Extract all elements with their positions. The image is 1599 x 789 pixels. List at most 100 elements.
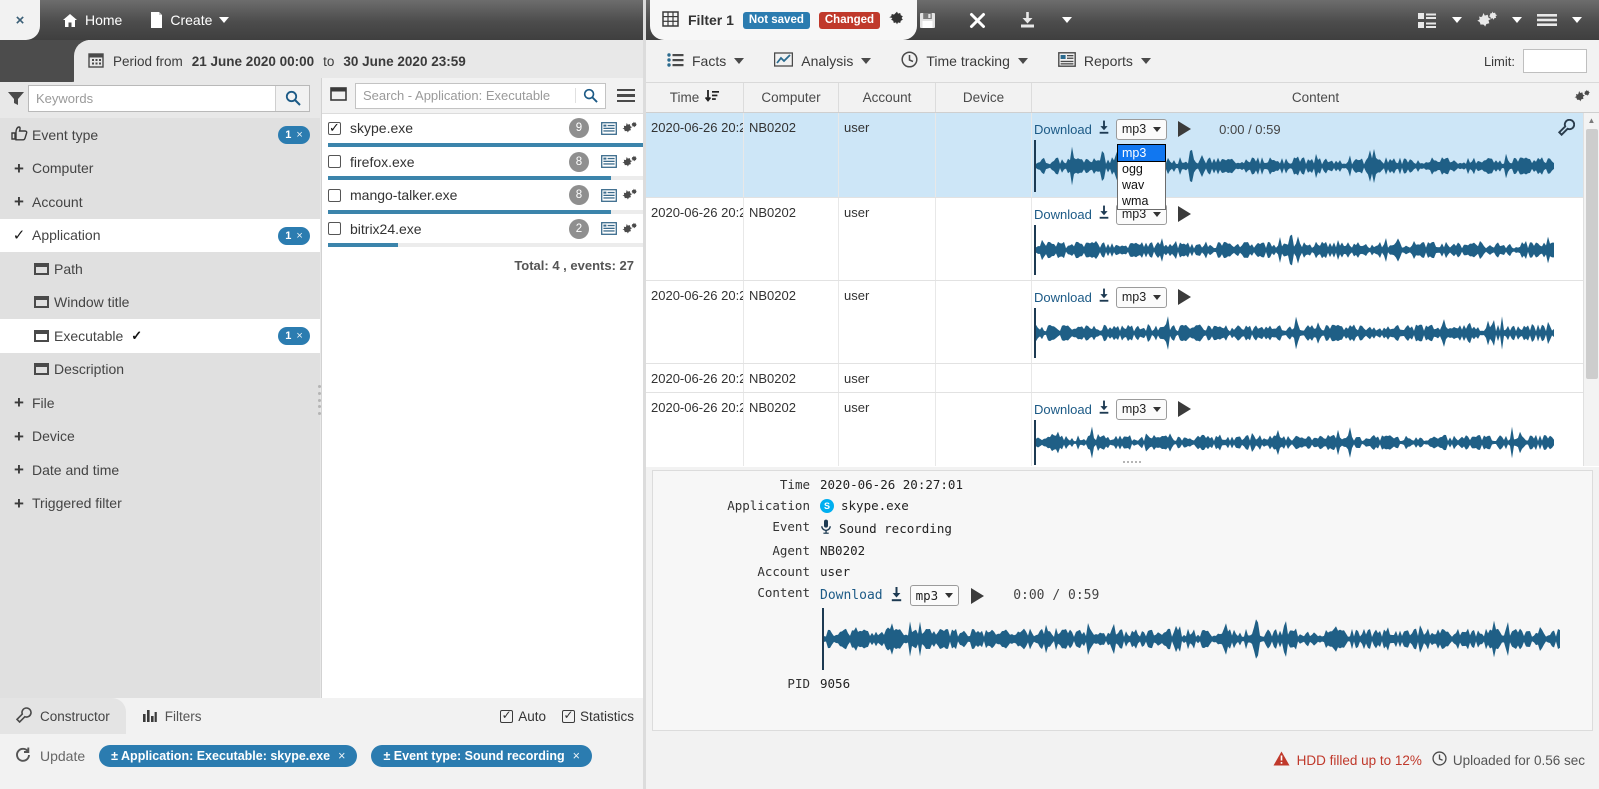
detail-waveform[interactable] xyxy=(820,608,1560,670)
close-icon[interactable]: × xyxy=(296,330,302,342)
period-display[interactable]: Period from 21 June 2020 00:00 to 30 Jun… xyxy=(74,40,466,82)
applist-item-settings-icon[interactable] xyxy=(619,222,640,236)
download-link[interactable]: Download xyxy=(1034,122,1092,137)
format-select[interactable]: mp3 xyxy=(1115,118,1168,140)
format-option-ogg[interactable]: ogg xyxy=(1118,161,1165,177)
close-icon[interactable]: × xyxy=(296,230,302,242)
list-item[interactable]: skype.exe 9 xyxy=(322,114,646,143)
format-select[interactable]: mp3 xyxy=(1115,286,1168,308)
applist-item-checkbox[interactable] xyxy=(328,155,341,169)
nav-create[interactable]: Create xyxy=(136,0,243,40)
play-button[interactable] xyxy=(1178,121,1192,137)
table-resize-grip[interactable] xyxy=(1122,461,1149,465)
waveform[interactable] xyxy=(1032,420,1599,465)
tree-item-badge[interactable]: 1 × xyxy=(278,327,310,345)
checkbox-statistics[interactable]: Statistics xyxy=(561,709,634,724)
filter-tree-item-date-and-time[interactable]: + Date and time xyxy=(0,453,320,487)
list-item[interactable]: bitrix24.exe 2 xyxy=(322,215,646,244)
menu-reports[interactable]: Reports xyxy=(1045,40,1164,82)
column-header-account[interactable]: Account xyxy=(839,83,936,112)
format-option-wma[interactable]: wma xyxy=(1118,193,1165,209)
waveform[interactable] xyxy=(1032,225,1599,275)
layout-view-icon[interactable] xyxy=(1411,0,1443,40)
close-icon[interactable]: × xyxy=(338,749,345,763)
filter-tree-item-device[interactable]: + Device xyxy=(0,420,320,454)
save-icon[interactable] xyxy=(904,0,950,40)
applist-item-details-icon[interactable] xyxy=(598,188,619,202)
limit-input[interactable] xyxy=(1523,49,1587,73)
detail-download-link[interactable]: Download xyxy=(820,588,883,603)
table-scrollbar[interactable]: ▲ xyxy=(1583,113,1599,466)
filter-tab[interactable]: Filter 1 Not saved Changed xyxy=(650,0,918,40)
layout-view-dropdown-icon[interactable] xyxy=(1445,0,1469,40)
filter-tree-item-executable[interactable]: Executable ✓ 1 × xyxy=(0,319,320,353)
format-dropdown-list[interactable]: mp3 ogg wav wma xyxy=(1117,144,1166,210)
filter-tree-item-application[interactable]: ✓ Application 1 × xyxy=(0,218,320,252)
close-icon[interactable] xyxy=(954,0,1000,40)
list-item[interactable]: firefox.exe 8 xyxy=(322,148,646,177)
filter-chip-application[interactable]: ± Application: Executable: skype.exe × xyxy=(99,745,358,767)
sort-descending-icon[interactable] xyxy=(705,89,720,106)
detail-play-button[interactable] xyxy=(971,587,985,604)
tab-constructor[interactable]: Constructor xyxy=(0,698,126,734)
close-tab-button[interactable]: × xyxy=(0,0,40,40)
applist-item-details-icon[interactable] xyxy=(598,121,619,135)
settings-gears-icon[interactable] xyxy=(1471,0,1503,40)
filter-tree-item-triggered-filter[interactable]: + Triggered filter xyxy=(0,487,320,521)
filter-tree-item-computer[interactable]: + Computer xyxy=(0,152,320,186)
play-button[interactable] xyxy=(1178,206,1192,222)
wrench-icon[interactable] xyxy=(1557,118,1576,139)
applist-item-details-icon[interactable] xyxy=(598,222,619,236)
update-button[interactable]: Update xyxy=(14,746,85,766)
checkbox-auto[interactable]: Auto xyxy=(500,709,546,724)
filter-tree-item-path[interactable]: Path xyxy=(0,252,320,286)
menu-facts[interactable]: Facts xyxy=(654,40,757,82)
applist-item-settings-icon[interactable] xyxy=(619,188,640,202)
tree-item-badge[interactable]: 1 × xyxy=(278,226,310,245)
list-item[interactable]: mango-talker.exe 8 xyxy=(322,181,646,210)
filter-tree-item-event-type[interactable]: Event type 1 × xyxy=(0,118,320,152)
menu-hamburger-icon[interactable] xyxy=(1531,0,1563,40)
close-icon[interactable]: × xyxy=(573,749,580,763)
download-arrow-icon[interactable] xyxy=(890,586,903,605)
applist-item-checkbox[interactable] xyxy=(328,121,341,135)
download-arrow-icon[interactable] xyxy=(1098,120,1110,138)
applist-item-checkbox[interactable] xyxy=(328,188,341,202)
format-option-wav[interactable]: wav xyxy=(1118,177,1165,193)
download-arrow-icon[interactable] xyxy=(1098,288,1110,306)
applist-search-button[interactable] xyxy=(575,88,605,103)
gear-icon[interactable] xyxy=(889,11,905,30)
window-panel-icon[interactable] xyxy=(330,87,347,104)
settings-dropdown-icon[interactable] xyxy=(1505,0,1529,40)
download-link[interactable]: Download xyxy=(1034,207,1092,222)
table-row[interactable]: 2020-06-26 20:21 NB0202 user xyxy=(646,364,1599,393)
format-option-mp3[interactable]: mp3 xyxy=(1117,144,1166,162)
table-row[interactable]: 2020-06-26 20:23 NB0202 user Download mp3 xyxy=(646,198,1599,281)
menu-time-tracking[interactable]: Time tracking xyxy=(888,40,1041,82)
export-dropdown-icon[interactable] xyxy=(1054,0,1080,40)
filter-tree-item-account[interactable]: + Account xyxy=(0,185,320,219)
menu-analysis[interactable]: Analysis xyxy=(761,40,884,82)
column-header-computer[interactable]: Computer xyxy=(744,83,839,112)
download-arrow-icon[interactable] xyxy=(1098,205,1110,223)
applist-item-settings-icon[interactable] xyxy=(619,155,640,169)
detail-format-select[interactable]: mp3 xyxy=(909,585,960,606)
menu-dropdown-icon[interactable] xyxy=(1565,0,1589,40)
column-header-time[interactable]: Time xyxy=(646,83,744,112)
scrollbar-thumb[interactable] xyxy=(1586,129,1598,379)
table-row[interactable]: 2020-06-26 20:22 NB0202 user Download mp3 xyxy=(646,281,1599,364)
tree-item-badge[interactable]: 1 × xyxy=(278,126,310,144)
close-icon[interactable]: × xyxy=(296,129,302,141)
format-select[interactable]: mp3 xyxy=(1115,398,1168,420)
column-settings-icon[interactable] xyxy=(1573,89,1591,107)
nav-home[interactable]: Home xyxy=(48,0,136,40)
keywords-search-button[interactable] xyxy=(275,85,309,111)
play-button[interactable] xyxy=(1178,289,1192,305)
table-row[interactable]: 2020-06-26 20:20 NB0202 user Download mp3 xyxy=(646,393,1599,466)
applist-search-input[interactable] xyxy=(356,83,575,108)
applist-menu-icon[interactable] xyxy=(614,87,638,105)
applist-item-details-icon[interactable] xyxy=(598,155,619,169)
filter-tree-item-description[interactable]: Description xyxy=(0,353,320,387)
filter-tree-item-file[interactable]: + File xyxy=(0,386,320,420)
column-header-device[interactable]: Device xyxy=(936,83,1032,112)
